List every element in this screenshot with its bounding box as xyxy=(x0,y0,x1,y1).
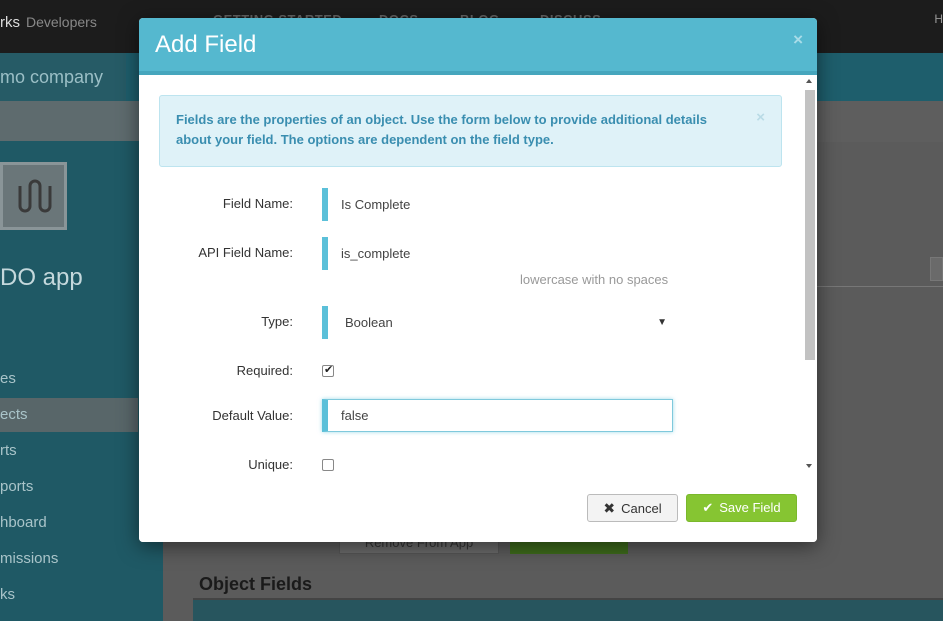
default-value-input[interactable]: false xyxy=(322,399,673,432)
scroll-thumb[interactable] xyxy=(805,90,815,360)
checkmark-icon: ✔ xyxy=(702,500,714,515)
app-logo-icon xyxy=(0,162,67,230)
api-field-name-input[interactable]: is_complete xyxy=(322,237,673,270)
cancel-label: Cancel xyxy=(621,501,662,516)
brand-sub: Developers xyxy=(26,14,97,30)
unique-label: Unique: xyxy=(248,457,293,472)
small-button[interactable] xyxy=(930,257,943,281)
scroll-up-icon[interactable] xyxy=(806,79,812,83)
object-fields-heading: Object Fields xyxy=(199,574,313,594)
divider xyxy=(817,286,943,287)
modal-body: Fields are the properties of an object. … xyxy=(139,79,817,474)
type-label: Type: xyxy=(261,314,293,329)
nav-right-item[interactable]: H xyxy=(934,12,943,26)
brand-name: rks xyxy=(0,14,20,31)
alert-close-icon[interactable]: × xyxy=(756,108,765,128)
modal-footer: ✖ Cancel ✔ Save Field xyxy=(139,474,817,542)
api-field-name-label: API Field Name: xyxy=(198,245,293,260)
modal-scrollbar[interactable] xyxy=(803,79,817,474)
default-value-label: Default Value: xyxy=(212,408,293,423)
save-field-button[interactable]: ✔ Save Field xyxy=(686,494,797,522)
object-fields-bar xyxy=(193,598,943,621)
scroll-down-icon[interactable] xyxy=(806,464,812,468)
field-name-input[interactable]: Is Complete xyxy=(322,188,673,221)
field-name-label: Field Name: xyxy=(222,196,293,211)
api-field-name-help: lowercase with no spaces xyxy=(520,272,669,287)
required-checkbox[interactable] xyxy=(322,363,334,377)
type-select[interactable]: Boolean ▼ xyxy=(322,306,673,339)
chevron-down-icon: ▼ xyxy=(657,317,667,328)
cancel-button[interactable]: ✖ Cancel xyxy=(587,494,678,522)
sidebar-item-0[interactable]: es xyxy=(0,370,16,387)
type-select-value: Boolean xyxy=(345,315,393,330)
sidebar-item-objects[interactable]: ects xyxy=(0,406,28,423)
save-label: Save Field xyxy=(719,500,781,515)
brand: rks Developers xyxy=(0,14,97,31)
alert-text: Fields are the properties of an object. … xyxy=(176,112,707,147)
app-logo-svg xyxy=(18,179,51,213)
sidebar-item-6[interactable]: ks xyxy=(0,586,15,603)
sidebar-item-reports[interactable]: ports xyxy=(0,478,33,495)
sidebar-item-2[interactable]: rts xyxy=(0,442,17,459)
company-name[interactable]: mo company xyxy=(0,53,126,101)
required-label: Required: xyxy=(236,363,293,378)
modal-close-icon[interactable]: × xyxy=(793,30,803,50)
close-icon: ✖ xyxy=(603,500,616,516)
sidebar-item-dashboard[interactable]: hboard xyxy=(0,514,47,531)
modal-header: Add Field × xyxy=(139,18,817,75)
add-field-modal: Add Field × Fields are the properties of… xyxy=(139,18,817,542)
sidebar-item-permissions[interactable]: missions xyxy=(0,550,58,567)
app-name: DO app xyxy=(0,264,83,291)
info-alert: Fields are the properties of an object. … xyxy=(159,95,782,167)
modal-title: Add Field xyxy=(155,31,257,58)
unique-checkbox[interactable] xyxy=(322,459,334,471)
